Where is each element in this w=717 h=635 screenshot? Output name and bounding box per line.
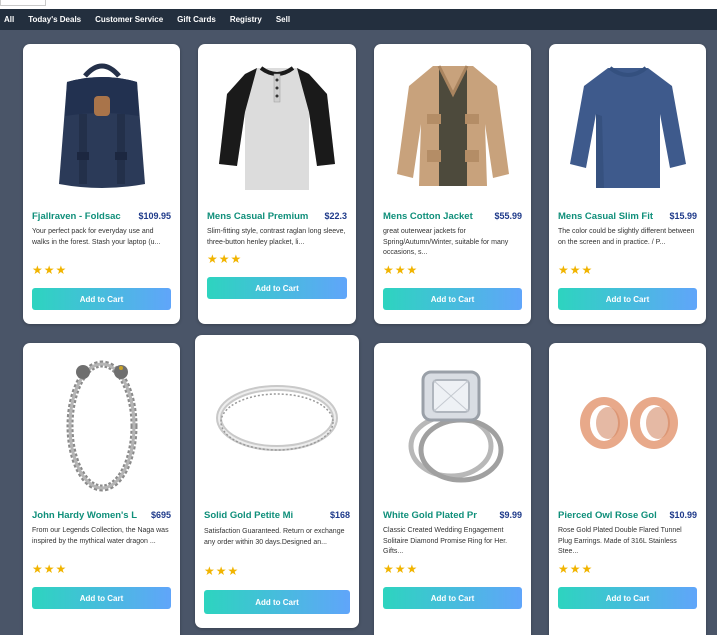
top-strip xyxy=(0,0,717,9)
product-card: White Gold Plated Pr $9.99 Classic Creat… xyxy=(374,343,531,635)
jacket-image[interactable] xyxy=(374,44,531,204)
product-title[interactable]: Mens Casual Slim Fit xyxy=(558,211,653,222)
chain-bracelet-image[interactable] xyxy=(23,343,180,503)
star-rating: ★★★ xyxy=(383,263,419,277)
star-rating: ★★★ xyxy=(32,562,68,576)
product-description: Rose Gold Plated Double Flared Tunnel Pl… xyxy=(558,527,682,555)
product-card: Pierced Owl Rose Gol $10.99 Rose Gold Pl… xyxy=(549,343,706,635)
product-card: Mens Cotton Jacket $55.99 great outerwea… xyxy=(374,44,531,324)
product-card: John Hardy Women's L $695 From our Legen… xyxy=(23,343,180,635)
nav-item-all[interactable]: All xyxy=(4,15,14,24)
star-rating: ★★★ xyxy=(558,562,594,576)
product-price: $168 xyxy=(329,510,350,520)
product-description: Classic Created Wedding Engagement Solit… xyxy=(383,527,508,555)
nav-item-gift-cards[interactable]: Gift Cards xyxy=(177,15,216,24)
product-title[interactable]: John Hardy Women's L xyxy=(32,510,137,521)
star-rating: ★★★ xyxy=(558,263,594,277)
slim-fit-shirt-image[interactable] xyxy=(549,44,706,204)
product-title[interactable]: Solid Gold Petite Mi xyxy=(204,510,293,521)
product-description: From our Legends Collection, the Naga wa… xyxy=(32,527,169,545)
product-price: $10.99 xyxy=(669,510,697,520)
nav-bar: All Today's Deals Customer Service Gift … xyxy=(0,9,717,30)
add-to-cart-button[interactable]: Add to Cart xyxy=(32,587,171,609)
add-to-cart-button[interactable]: Add to Cart xyxy=(558,587,697,609)
backpack-image[interactable] xyxy=(23,44,180,204)
add-to-cart-button[interactable]: Add to Cart xyxy=(383,587,522,609)
henley-shirt-image[interactable] xyxy=(198,44,356,204)
tunnel-earrings-image[interactable] xyxy=(549,343,706,503)
product-title[interactable]: Fjallraven - Foldsac xyxy=(32,211,121,222)
product-title[interactable]: Mens Casual Premium xyxy=(207,211,308,222)
add-to-cart-button[interactable]: Add to Cart xyxy=(383,288,522,310)
star-rating: ★★★ xyxy=(204,564,240,578)
add-to-cart-button[interactable]: Add to Cart xyxy=(204,590,350,614)
product-price: $22.3 xyxy=(324,211,347,221)
add-to-cart-button[interactable]: Add to Cart xyxy=(207,277,347,299)
add-to-cart-button[interactable]: Add to Cart xyxy=(558,288,697,310)
product-card: Solid Gold Petite Mi $168 Satisfaction G… xyxy=(195,335,359,628)
top-input-field[interactable] xyxy=(0,0,46,6)
product-description: Satisfaction Guaranteed. Return or excha… xyxy=(204,528,345,546)
product-title[interactable]: White Gold Plated Pr xyxy=(383,510,477,521)
product-description: great outerwear jackets for Spring/Autum… xyxy=(383,228,509,256)
nav-item-todays-deals[interactable]: Today's Deals xyxy=(28,15,81,24)
star-rating: ★★★ xyxy=(207,252,243,266)
product-title[interactable]: Mens Cotton Jacket xyxy=(383,211,473,222)
product-price: $55.99 xyxy=(494,211,522,221)
nav-item-sell[interactable]: Sell xyxy=(276,15,290,24)
product-card: Mens Casual Slim Fit $15.99 The color co… xyxy=(549,44,706,324)
product-card: Mens Casual Premium $22.3 Slim-fitting s… xyxy=(198,44,356,324)
product-title[interactable]: Pierced Owl Rose Gol xyxy=(558,510,657,521)
product-description: The color could be slightly different be… xyxy=(558,228,695,246)
nav-item-customer-service[interactable]: Customer Service xyxy=(95,15,163,24)
product-card: Fjallraven - Foldsac $109.95 Your perfec… xyxy=(23,44,180,324)
add-to-cart-button[interactable]: Add to Cart xyxy=(32,288,171,310)
product-price: $9.99 xyxy=(499,510,522,520)
product-price: $695 xyxy=(150,510,171,520)
product-grid: Fjallraven - Foldsac $109.95 Your perfec… xyxy=(0,30,717,635)
star-rating: ★★★ xyxy=(32,263,68,277)
nav-item-registry[interactable]: Registry xyxy=(230,15,262,24)
diamond-ring-image[interactable] xyxy=(374,343,531,503)
product-price: $15.99 xyxy=(669,211,697,221)
thin-ring-image[interactable] xyxy=(195,335,359,500)
star-rating: ★★★ xyxy=(383,562,419,576)
product-description: Your perfect pack for everyday use and w… xyxy=(32,228,161,246)
product-price: $109.95 xyxy=(138,211,171,221)
